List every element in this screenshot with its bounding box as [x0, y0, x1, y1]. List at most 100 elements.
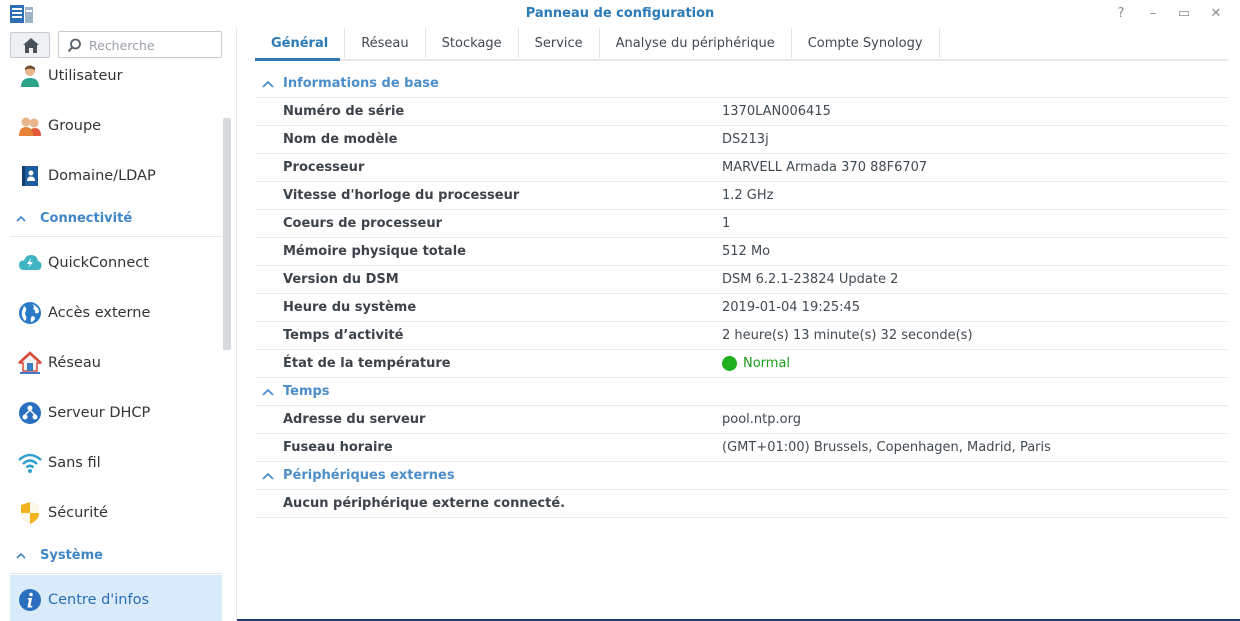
info-key: Version du DSM	[283, 272, 399, 287]
sidebar-item-security[interactable]: Sécurité	[10, 488, 222, 538]
group-icon	[18, 114, 42, 138]
info-row-dsm-version: Version du DSM DSM 6.2.1-23824 Update 2	[255, 266, 1228, 294]
status-ok-icon	[722, 356, 737, 371]
network-house-icon	[18, 351, 42, 375]
info-row-serial: Numéro de série 1370LAN006415	[255, 98, 1228, 126]
info-value: (GMT+01:00) Brussels, Copenhagen, Madrid…	[722, 440, 1051, 455]
sidebar-scrollbar[interactable]	[223, 118, 231, 350]
info-value: Normal	[722, 356, 790, 371]
info-key: Heure du système	[283, 300, 417, 315]
sidebar-item-label: Sans fil	[48, 455, 101, 471]
tab-device-analysis[interactable]: Analyse du périphérique	[600, 28, 792, 58]
sidebar-item-label: Centre d'infos	[48, 592, 150, 608]
sidebar-item-dhcp-server[interactable]: Serveur DHCP	[10, 388, 222, 438]
tab-network[interactable]: Réseau	[345, 28, 426, 58]
tab-storage[interactable]: Stockage	[426, 28, 519, 58]
help-button[interactable]: ?	[1112, 5, 1130, 23]
info-row-uptime: Temps d’activité 2 heure(s) 13 minute(s)…	[255, 322, 1228, 350]
sidebar-nav: Utilisateur Groupe Domaine/LDAP Connecti…	[10, 51, 222, 621]
temperature-status: Normal	[743, 356, 791, 371]
group-time[interactable]: Temps	[255, 378, 1228, 406]
globe-icon	[18, 301, 42, 325]
info-row-memory: Mémoire physique totale 512 Mo	[255, 238, 1228, 266]
tab-service[interactable]: Service	[519, 28, 600, 58]
sidebar-item-label: Réseau	[48, 355, 101, 371]
tab-general[interactable]: Général	[255, 28, 346, 58]
info-row-timezone: Fuseau horaire (GMT+01:00) Brussels, Cop…	[255, 434, 1228, 462]
tab-synology-account[interactable]: Compte Synology	[792, 28, 940, 58]
window-title: Panneau de configuration	[525, 6, 715, 21]
info-row-system-time: Heure du système 2019-01-04 19:25:45	[255, 294, 1228, 322]
sidebar-item-wireless[interactable]: Sans fil	[10, 438, 222, 488]
info-value: DSM 6.2.1-23824 Update 2	[722, 272, 899, 287]
info-row-cpu-cores: Coeurs de processeur 1	[255, 210, 1228, 238]
info-key: Vitesse d'horloge du processeur	[283, 188, 520, 203]
quickconnect-cloud-icon	[18, 251, 42, 275]
info-value: 512 Mo	[722, 244, 771, 259]
wifi-icon	[18, 451, 42, 475]
chevron-up-icon	[262, 80, 274, 88]
title-bar: Panneau de configuration ? – ▭ ✕	[0, 0, 1240, 28]
chevron-up-icon	[16, 215, 26, 222]
info-key: Mémoire physique totale	[283, 244, 466, 259]
info-key: Processeur	[283, 160, 365, 175]
info-value: DS213j	[722, 132, 769, 147]
shield-icon	[18, 501, 42, 525]
info-key: Aucun périphérique externe connecté.	[283, 496, 566, 511]
sidebar-item-label: Utilisateur	[48, 68, 123, 84]
group-basic-info[interactable]: Informations de base	[255, 70, 1228, 98]
group-title: Périphériques externes	[283, 468, 455, 483]
info-key: Nom de modèle	[283, 132, 398, 147]
sidebar-item-label: Groupe	[48, 118, 102, 134]
sidebar-item-user[interactable]: Utilisateur	[10, 51, 222, 101]
sidebar-item-external-access[interactable]: Accès externe	[10, 288, 222, 338]
info-key: Numéro de série	[283, 104, 405, 119]
tab-divider	[255, 59, 1228, 61]
info-key: État de la température	[283, 356, 451, 371]
user-icon	[18, 64, 42, 88]
sidebar-item-quickconnect[interactable]: QuickConnect	[10, 238, 222, 288]
info-value: MARVELL Armada 370 88F6707	[722, 160, 928, 175]
info-value: 2019-01-04 19:25:45	[722, 300, 861, 315]
sidebar-item-label: Sécurité	[48, 505, 108, 521]
info-row-cpu-clock: Vitesse d'horloge du processeur 1.2 GHz	[255, 182, 1228, 210]
sidebar-item-label: Domaine/LDAP	[48, 168, 156, 184]
info-row-no-external-device: Aucun périphérique externe connecté.	[255, 490, 1228, 518]
group-title: Temps	[283, 384, 330, 399]
info-value: 1	[722, 216, 731, 231]
sidebar-item-label: QuickConnect	[48, 255, 149, 271]
maximize-button[interactable]: ▭	[1175, 5, 1193, 23]
sidebar-item-info-center[interactable]: Centre d'infos	[10, 575, 222, 621]
info-key: Coeurs de processeur	[283, 216, 442, 231]
sidebar-item-label: Serveur DHCP	[48, 405, 151, 421]
chevron-up-icon	[262, 388, 274, 396]
section-system[interactable]: Système	[10, 538, 222, 574]
minimize-button[interactable]: –	[1144, 5, 1162, 23]
main-panel: Général Réseau Stockage Service Analyse …	[255, 28, 1228, 618]
info-key: Fuseau horaire	[283, 440, 393, 455]
info-value: pool.ntp.org	[722, 412, 801, 427]
info-content: Informations de base Numéro de série 137…	[255, 70, 1228, 518]
section-connectivity[interactable]: Connectivité	[10, 201, 222, 237]
section-label: Système	[40, 548, 103, 563]
group-external-devices[interactable]: Périphériques externes	[255, 462, 1228, 490]
info-icon	[18, 588, 42, 612]
chevron-up-icon	[262, 472, 274, 480]
sidebar-item-network[interactable]: Réseau	[10, 338, 222, 388]
section-label: Connectivité	[40, 211, 133, 226]
sidebar-item-group[interactable]: Groupe	[10, 101, 222, 151]
sidebar-item-label: Accès externe	[48, 305, 151, 321]
sidebar-item-domain-ldap[interactable]: Domaine/LDAP	[10, 151, 222, 201]
info-key: Adresse du serveur	[283, 412, 426, 427]
sidebar: Utilisateur Groupe	[0, 28, 237, 621]
info-value: 2 heure(s) 13 minute(s) 32 seconde(s)	[722, 328, 973, 343]
info-row-model: Nom de modèle DS213j	[255, 126, 1228, 154]
tab-bar: Général Réseau Stockage Service Analyse …	[255, 28, 940, 58]
group-title: Informations de base	[283, 76, 439, 91]
info-row-cpu: Processeur MARVELL Armada 370 88F6707	[255, 154, 1228, 182]
info-key: Temps d’activité	[283, 328, 404, 343]
directory-icon	[18, 164, 42, 188]
info-value: 1.2 GHz	[722, 188, 774, 203]
dhcp-icon	[18, 401, 42, 425]
close-button[interactable]: ✕	[1207, 5, 1225, 23]
